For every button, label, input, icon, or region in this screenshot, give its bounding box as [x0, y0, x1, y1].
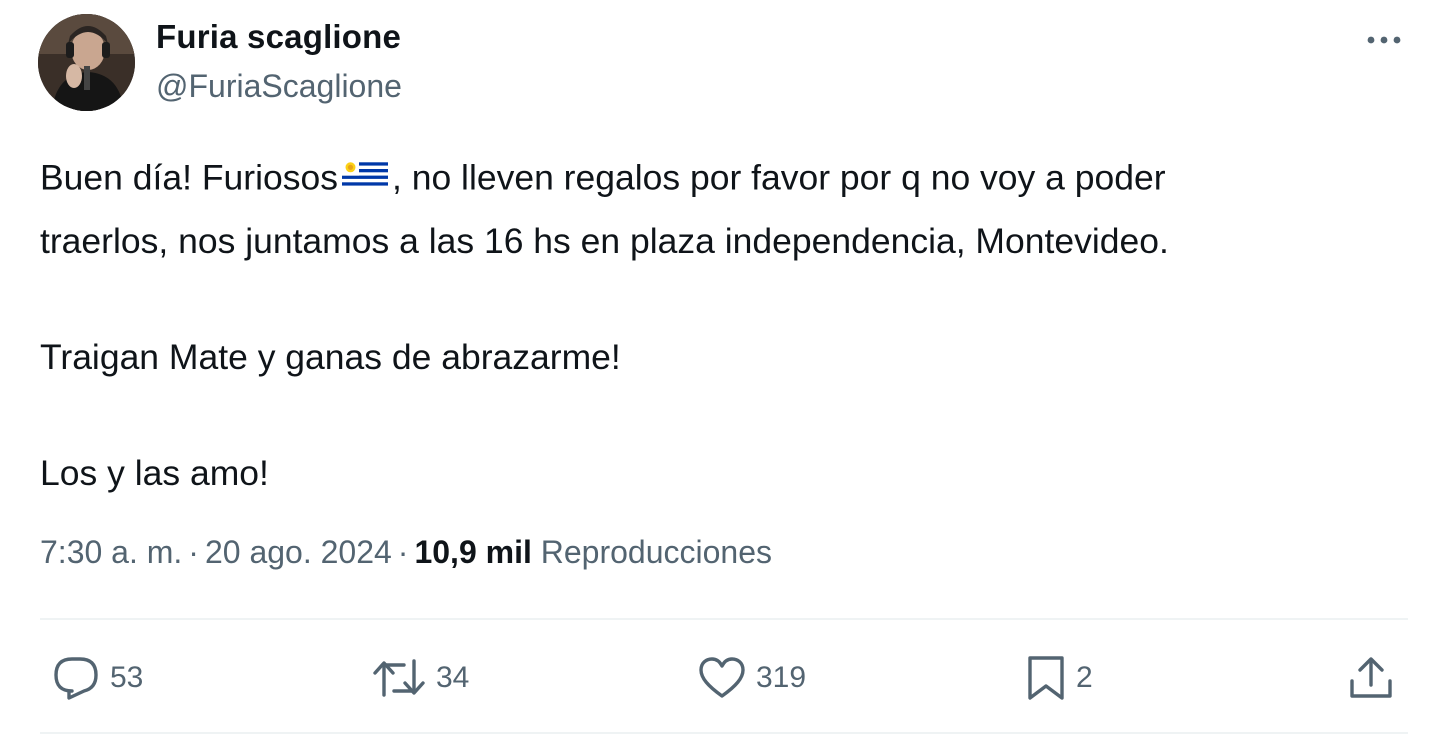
reply-button[interactable]: 53 — [52, 652, 143, 704]
more-dots-icon — [1367, 36, 1401, 44]
bookmark-count: 2 — [1076, 661, 1093, 694]
meta-separator: · — [397, 534, 409, 570]
share-button[interactable] — [1348, 652, 1394, 704]
tweet-line-1: Buen día! Furiosos , no lleven regalos p… — [40, 148, 1410, 212]
tweet-card: Furia scaglione @FuriaScaglione Buen día… — [0, 0, 1440, 751]
author-display-name[interactable]: Furia scaglione — [156, 18, 401, 56]
bookmark-button[interactable]: 2 — [1026, 652, 1093, 704]
tweet-line-2: traerlos, nos juntamos a las 16 hs en pl… — [40, 221, 1169, 261]
author-handle[interactable]: @FuriaScaglione — [156, 68, 402, 105]
divider-bottom — [40, 732, 1408, 734]
tweet-meta: 7:30 a. m. · 20 ago. 2024 · 10,9 mil Reprodu… — [40, 534, 772, 571]
tweet-time[interactable]: 7:30 a. m. — [40, 534, 182, 570]
avatar[interactable] — [38, 14, 135, 111]
tweet-paragraph-2: Traigan Mate y ganas de abrazarme! — [40, 337, 621, 377]
bookmark-icon — [1028, 656, 1064, 700]
more-options-button[interactable] — [1356, 22, 1412, 58]
reply-icon — [54, 657, 98, 700]
views-label: Reproducciones — [540, 534, 772, 570]
views-count: 10,9 mil — [414, 534, 532, 570]
tweet-line-1-start: Buen día! Furiosos — [40, 157, 338, 198]
like-button[interactable]: 319 — [698, 652, 806, 704]
heart-icon — [699, 657, 745, 698]
meta-separator: · — [188, 534, 199, 570]
divider-top — [40, 618, 1408, 620]
tweet-date[interactable]: 20 ago. 2024 — [205, 534, 392, 570]
tweet-text: Buen día! Furiosos , no lleven regalos p… — [40, 148, 1410, 502]
tweet-paragraph-3: Los y las amo! — [40, 453, 269, 493]
retweet-button[interactable]: 34 — [372, 652, 469, 704]
share-icon — [1350, 657, 1392, 698]
like-count: 319 — [756, 661, 807, 694]
retweet-count: 34 — [436, 661, 470, 694]
profile-photo-icon — [38, 14, 135, 111]
retweet-icon — [373, 659, 425, 697]
uruguay-flag-icon — [341, 148, 388, 206]
tweet-line-1-end: , no lleven regalos por favor por q no v… — [391, 157, 1166, 198]
reply-count: 53 — [110, 661, 144, 694]
